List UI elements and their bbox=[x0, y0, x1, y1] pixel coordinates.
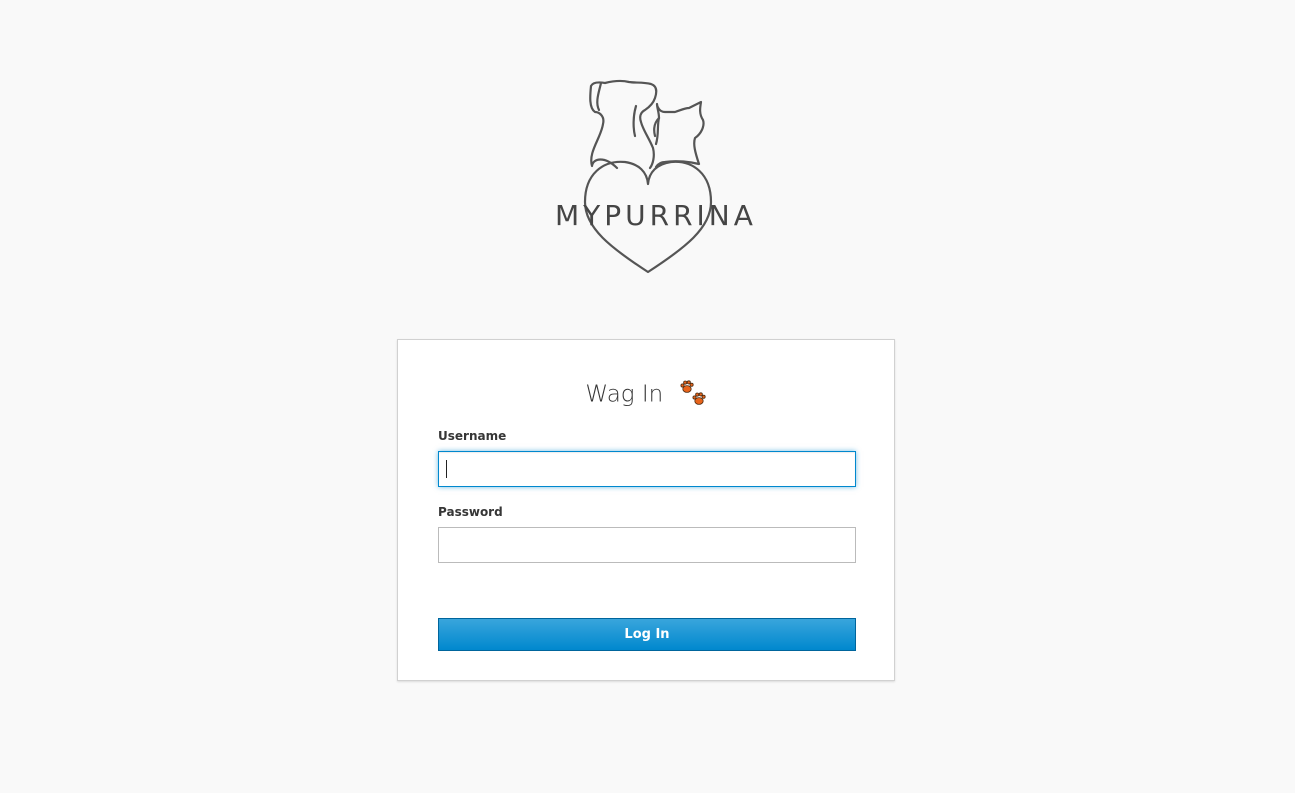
dog-cat-heart-icon bbox=[583, 79, 713, 274]
password-label: Password bbox=[438, 505, 503, 519]
login-page: MYPURRINA Wag In Username Password Log I… bbox=[0, 0, 1295, 793]
text-cursor bbox=[446, 460, 447, 478]
password-input[interactable] bbox=[438, 527, 856, 563]
username-input[interactable] bbox=[438, 451, 856, 487]
login-card: Wag In Username Password Log In bbox=[397, 339, 895, 681]
brand-name: MYPURRINA bbox=[555, 199, 757, 232]
brand-logo: MYPURRINA bbox=[555, 78, 757, 278]
paw-prints-icon bbox=[680, 379, 706, 405]
username-label: Username bbox=[438, 429, 507, 443]
login-title-text: Wag In bbox=[585, 381, 664, 408]
login-button[interactable]: Log In bbox=[438, 618, 856, 651]
login-title: Wag In bbox=[398, 378, 896, 411]
